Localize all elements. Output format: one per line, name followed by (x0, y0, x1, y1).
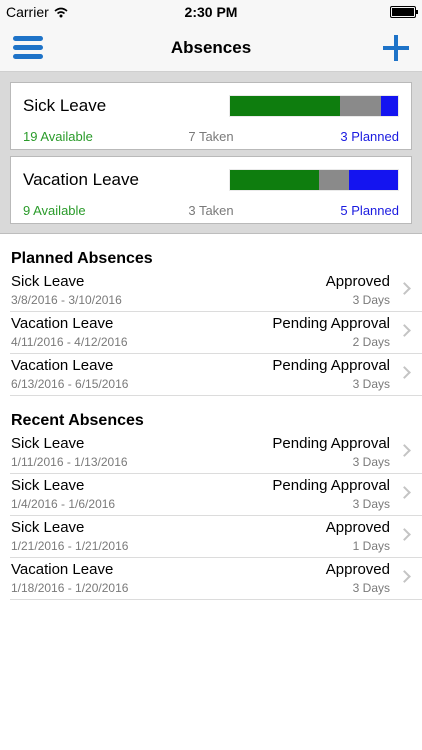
taken-count: 3 Taken (188, 203, 234, 218)
carrier-label: Carrier (6, 4, 49, 20)
absence-days: 2 Days (352, 335, 390, 349)
chevron-right-icon (398, 366, 411, 379)
absence-status: Approved (325, 561, 390, 578)
hamburger-menu-icon (13, 36, 43, 41)
absence-dates: 1/11/2016 - 1/13/2016 (11, 455, 128, 469)
balance-bar (229, 169, 399, 191)
absence-days: 3 Days (352, 377, 390, 391)
absence-dates: 1/4/2016 - 1/6/2016 (11, 497, 116, 511)
wifi-icon (54, 7, 68, 17)
list-item[interactable]: Sick Leave Approved 3/8/2016 - 3/10/2016 3… (10, 270, 422, 312)
bar-available-segment (230, 170, 319, 190)
list-item[interactable]: Vacation Leave Pending Approval 4/11/2016… (10, 312, 422, 354)
list-item[interactable]: Sick Leave Approved 1/21/2016 - 1/21/2016… (10, 516, 422, 558)
page-title: Absences (170, 37, 252, 57)
absence-status: Pending Approval (272, 315, 390, 332)
add-absence-button[interactable] (381, 33, 411, 63)
menu-button[interactable] (13, 34, 43, 62)
absence-dates: 6/13/2016 - 6/15/2016 (11, 377, 129, 391)
absence-type: Sick Leave (11, 519, 85, 536)
list-item[interactable]: Vacation Leave Pending Approval 6/13/2016… (10, 354, 422, 396)
absence-status: Pending Approval (272, 435, 390, 452)
chevron-right-icon (398, 282, 411, 295)
taken-count: 7 Taken (188, 129, 234, 144)
absence-dates: 4/11/2016 - 4/12/2016 (11, 335, 128, 349)
absence-type: Sick Leave (11, 273, 85, 290)
bar-planned-segment (380, 96, 398, 116)
leave-name: Vacation Leave (23, 170, 139, 189)
balance-bar (229, 95, 399, 117)
chevron-right-icon (398, 528, 411, 541)
available-count: 9 Available (23, 203, 86, 218)
absence-type: Vacation Leave (11, 315, 114, 332)
absence-dates: 1/21/2016 - 1/21/2016 (11, 539, 129, 553)
balance-card-sick[interactable]: Sick Leave 19 Available 7 Taken 3 Planne… (10, 82, 412, 150)
absence-type: Sick Leave (11, 435, 85, 452)
nav-bar: Absences (0, 24, 422, 72)
absence-days: 3 Days (352, 497, 390, 511)
absence-days: 3 Days (352, 581, 390, 595)
chevron-right-icon (398, 444, 411, 457)
absence-status: Pending Approval (272, 357, 390, 374)
chevron-right-icon (398, 486, 411, 499)
absence-status: Approved (325, 273, 390, 290)
absence-days: 3 Days (352, 293, 390, 307)
list-item[interactable]: Sick Leave Pending Approval 1/11/2016 - 1… (10, 432, 422, 474)
battery-icon (390, 6, 418, 18)
absence-status: Approved (325, 519, 390, 536)
absence-days: 3 Days (352, 455, 390, 469)
absence-type: Vacation Leave (11, 357, 114, 374)
recent-absences-heading: Recent Absences (11, 412, 144, 429)
planned-count: 3 Planned (340, 129, 399, 144)
planned-absences-list: Sick Leave Approved 3/8/2016 - 3/10/2016 3… (0, 270, 422, 396)
bar-available-segment (230, 96, 341, 116)
status-left: Carrier (6, 4, 68, 20)
recent-absences-list: Sick Leave Pending Approval 1/11/2016 - 1… (0, 432, 422, 600)
absence-dates: 1/18/2016 - 1/20/2016 (11, 581, 129, 595)
balance-summary: Sick Leave 19 Available 7 Taken 3 Planne… (0, 72, 422, 234)
absence-type: Sick Leave (11, 477, 85, 494)
available-count: 19 Available (23, 129, 93, 144)
planned-count: 5 Planned (340, 203, 399, 218)
absence-dates: 3/8/2016 - 3/10/2016 (11, 293, 122, 307)
bar-taken-segment (340, 96, 381, 116)
absence-days: 1 Days (352, 539, 390, 553)
status-bar: Carrier 2:30 PM (0, 0, 422, 24)
list-item[interactable]: Vacation Leave Approved 1/18/2016 - 1/20/… (10, 558, 422, 600)
list-item[interactable]: Sick Leave Pending Approval 1/4/2016 - 1/… (10, 474, 422, 516)
leave-name: Sick Leave (23, 96, 107, 115)
bar-planned-segment (348, 170, 398, 190)
absence-type: Vacation Leave (11, 561, 114, 578)
bar-taken-segment (318, 170, 349, 190)
chevron-right-icon (398, 570, 411, 583)
absence-status: Pending Approval (272, 477, 390, 494)
chevron-right-icon (398, 324, 411, 337)
planned-absences-heading: Planned Absences (11, 250, 153, 267)
balance-card-vacation[interactable]: Vacation Leave 9 Available 3 Taken 5 Pla… (10, 156, 412, 224)
